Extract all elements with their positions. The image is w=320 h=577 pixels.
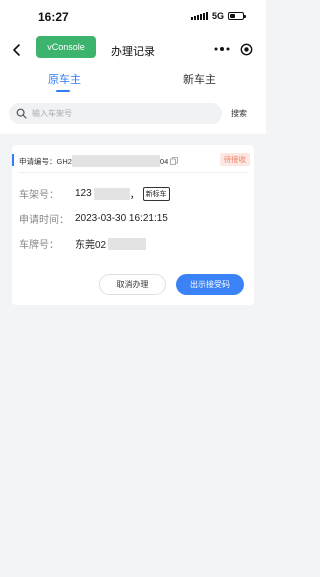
network-label: 5G [211,11,224,21]
plate-row: 车牌号： 东莞02 [19,236,147,251]
plate-label: 车牌号： [19,240,59,251]
apply-time-value: 2023-03-30 16:21:15 [75,213,168,224]
application-number-suffix: 04 [159,156,169,166]
plate-value-visible: 东莞02 [75,240,107,251]
nav-bar: 办理记录 vConsole [0,36,266,64]
tab-new-owner[interactable]: 新车主 [183,71,216,87]
tab-original-owner[interactable]: 原车主 [48,71,81,87]
redacted-block [93,187,130,200]
target-icon[interactable] [240,43,253,56]
plate-value: 东莞02 [75,236,147,251]
vconsole-button[interactable]: vConsole [36,36,96,58]
apply-time-row: 申请时间： 2023-03-30 16:21:15 [19,211,168,226]
tab-bar: 原车主 新车主 [0,64,266,94]
redacted-block [108,237,147,250]
copy-icon[interactable] [170,157,179,165]
vin-label: 车架号： [19,190,59,201]
status-bar: 16:27 5G [0,0,266,36]
card-divider [19,172,247,173]
signal-icon [190,12,208,20]
cancel-button[interactable]: 取消办理 [99,274,166,295]
vin-value: 123 ， 新标车 [75,186,170,201]
show-code-button[interactable]: 出示接受码 [176,274,244,295]
search-icon [16,108,27,119]
battery-icon [228,12,246,20]
search-row: 搜索 [0,94,266,134]
redacted-block [71,155,160,167]
application-number-label: 申请编号： [19,156,57,166]
status-indicators: 5G [190,11,246,21]
more-icon[interactable] [214,46,230,52]
vin-value-trail: ， [129,190,140,201]
card-accent-bar [12,154,14,166]
apply-time-label: 申请时间： [19,215,69,226]
vin-value-visible: 123 [75,188,92,199]
application-number: 申请编号： GH2 04 [19,155,179,167]
search-button[interactable]: 搜索 [231,108,247,119]
status-time: 16:27 [38,10,69,24]
status-badge: 待接收 [219,153,250,166]
search-box[interactable] [9,103,222,124]
new-vehicle-tag: 新标车 [142,186,170,201]
application-number-prefix: GH2 [56,156,72,166]
tab-active-indicator [56,90,70,92]
record-card: 申请编号： GH2 04 待接收 车架号： 123 ， 新标车 申请时间： 20… [12,145,254,305]
vin-row: 车架号： 123 ， 新标车 [19,186,170,201]
search-input[interactable] [32,109,212,118]
